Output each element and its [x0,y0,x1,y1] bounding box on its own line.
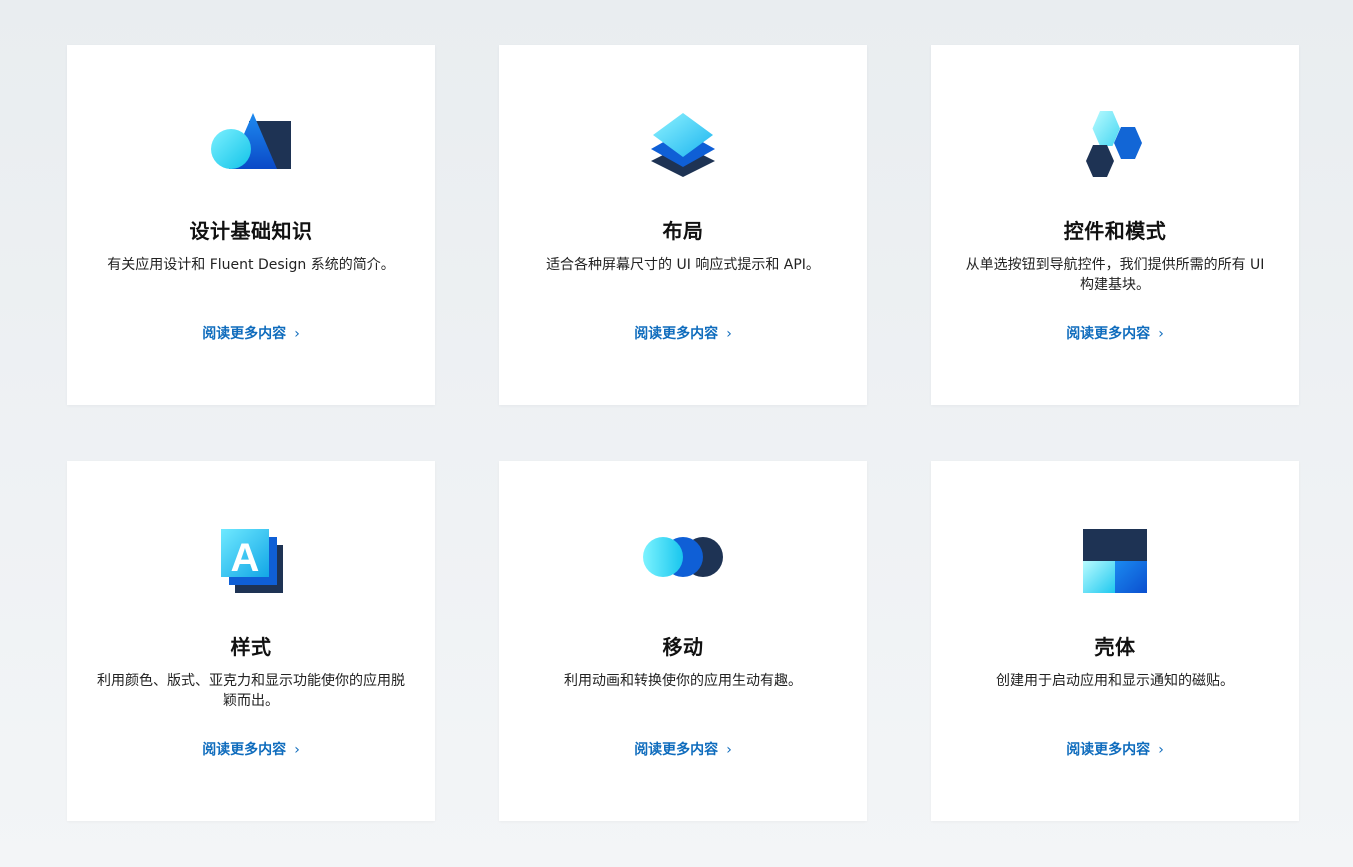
chevron-right-icon: › [294,742,300,758]
read-more-label: 阅读更多内容 [202,326,287,342]
card-description: 创建用于启动应用和显示通知的磁贴。 [996,673,1234,689]
card-title: 控件和模式 [1063,219,1167,243]
read-more-link[interactable]: 阅读更多内容 › [499,739,867,759]
read-more-label: 阅读更多内容 [634,742,719,758]
card-title: 移动 [662,635,704,659]
card-title: 设计基础知识 [189,219,313,243]
motion-circles-icon [643,527,723,595]
chevron-right-icon: › [294,326,300,342]
chevron-right-icon: › [726,742,732,758]
card-controls-patterns: 控件和模式 从单选按钮到导航控件，我们提供所需的所有 UI 构建基块。 阅读更多… [931,45,1299,405]
chevron-right-icon: › [1158,326,1164,342]
read-more-label: 阅读更多内容 [1066,326,1151,342]
card-description: 适合各种屏幕尺寸的 UI 响应式提示和 API。 [546,257,820,273]
read-more-link[interactable]: 阅读更多内容 › [67,323,435,343]
read-more-label: 阅读更多内容 [1066,742,1151,758]
typography-icon: A [211,527,291,595]
card-layout: 布局 适合各种屏幕尺寸的 UI 响应式提示和 API。 阅读更多内容 › [499,45,867,405]
card-shell: 壳体 创建用于启动应用和显示通知的磁贴。 阅读更多内容 › [931,461,1299,821]
layers-icon [643,111,723,179]
read-more-link[interactable]: 阅读更多内容 › [499,323,867,343]
read-more-link[interactable]: 阅读更多内容 › [931,323,1299,343]
card-motion: 移动 利用动画和转换使你的应用生动有趣。 阅读更多内容 › [499,461,867,821]
card-styles: A 样式 利用颜色、版式、亚克力和显示功能使你的应用脱颖而出。 阅读更多内容 › [67,461,435,821]
card-design-basics: 设计基础知识 有关应用设计和 Fluent Design 系统的简介。 阅读更多… [67,45,435,405]
read-more-label: 阅读更多内容 [202,742,287,758]
tiles-icon [1075,527,1155,595]
card-description: 从单选按钮到导航控件，我们提供所需的所有 UI 构建基块。 [965,257,1265,293]
read-more-link[interactable]: 阅读更多内容 › [67,739,435,759]
chevron-right-icon: › [726,326,732,342]
card-description: 利用动画和转换使你的应用生动有趣。 [564,673,802,689]
card-title: 样式 [230,635,272,659]
card-description: 有关应用设计和 Fluent Design 系统的简介。 [107,257,395,273]
shapes-icon [211,111,291,179]
hexagons-icon [1075,111,1155,179]
card-title: 壳体 [1094,635,1136,659]
typography-icon-letter: A [231,536,260,580]
chevron-right-icon: › [1158,742,1164,758]
read-more-link[interactable]: 阅读更多内容 › [931,739,1299,759]
card-description: 利用颜色、版式、亚克力和显示功能使你的应用脱颖而出。 [97,673,405,709]
card-title: 布局 [662,219,704,243]
read-more-label: 阅读更多内容 [634,326,719,342]
